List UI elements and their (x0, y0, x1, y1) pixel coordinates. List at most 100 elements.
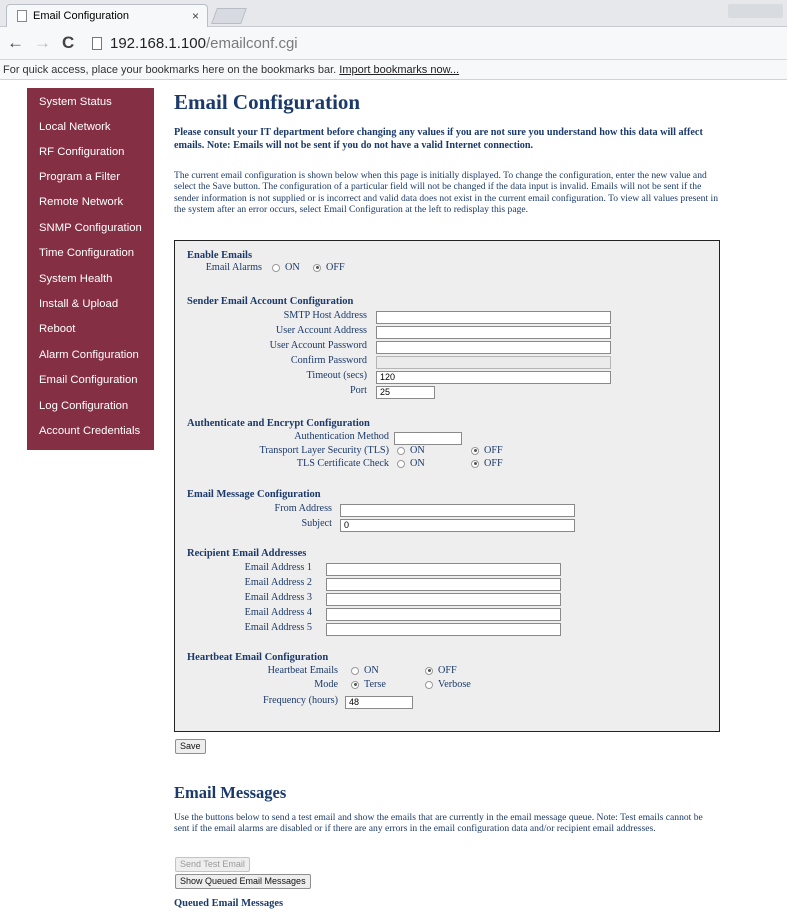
heartbeat-on-option[interactable]: ON (351, 665, 379, 676)
auth-method-label: Authentication Method (294, 431, 389, 442)
email-address-2-input[interactable] (326, 578, 561, 591)
browser-toolbar: ← → C 192.168.1.100/emailconf.cgi (0, 27, 787, 60)
email-address-4-label: Email Address 4 (244, 607, 312, 618)
sidebar-item-time-configuration[interactable]: Time Configuration (27, 243, 154, 267)
confirm-password-input[interactable] (376, 356, 611, 369)
email-alarms-label: Email Alarms (205, 262, 262, 273)
sidebar-item-local-network[interactable]: Local Network (27, 117, 154, 141)
on-label: ON (285, 262, 300, 273)
timeout-label: Timeout (secs) (306, 370, 367, 381)
email-address-5-label: Email Address 5 (244, 622, 312, 633)
show-queued-messages-button[interactable]: Show Queued Email Messages (175, 874, 311, 889)
url-host: 192.168.1.100 (110, 34, 206, 52)
email-address-3-input[interactable] (326, 593, 561, 606)
frequency-label: Frequency (hours) (263, 695, 338, 706)
cert-on-option[interactable]: ON (397, 458, 425, 469)
sidebar-item-rf-configuration[interactable]: RF Configuration (27, 142, 154, 166)
from-address-label: From Address (274, 503, 332, 514)
email-alarms-on-radio[interactable] (272, 263, 280, 272)
enable-emails-heading: Enable Emails (187, 250, 253, 261)
heartbeat-off-option[interactable]: OFF (425, 665, 457, 676)
sidebar-item-snmp-configuration[interactable]: SNMP Configuration (27, 218, 154, 242)
tab-close-icon[interactable]: × (192, 9, 199, 23)
smtp-host-input[interactable] (376, 311, 611, 324)
verbose-label: Verbose (438, 679, 471, 690)
email-address-2-label: Email Address 2 (244, 577, 312, 588)
browser-tab[interactable]: Email Configuration × (6, 4, 208, 27)
sidebar-item-reboot[interactable]: Reboot (27, 319, 154, 343)
bookmarks-hint: For quick access, place your bookmarks h… (3, 64, 337, 76)
sidebar-item-install-upload[interactable]: Install & Upload (27, 294, 154, 318)
save-button[interactable]: Save (175, 739, 206, 754)
on-label: ON (410, 445, 425, 456)
from-address-input[interactable] (340, 504, 575, 517)
cert-off-radio[interactable] (471, 459, 479, 468)
mode-terse-radio[interactable] (351, 680, 359, 689)
send-test-email-button[interactable]: Send Test Email (175, 857, 250, 872)
frequency-input[interactable]: 48 (345, 696, 413, 709)
email-address-5-input[interactable] (326, 623, 561, 636)
sidebar-item-email-configuration[interactable]: Email Configuration (27, 370, 154, 394)
email-address-1-input[interactable] (326, 563, 561, 576)
mode-verbose-radio[interactable] (425, 680, 433, 689)
browser-tab-strip: Email Configuration × (0, 0, 787, 27)
tab-title: Email Configuration (33, 10, 129, 22)
on-label: ON (364, 665, 379, 676)
heartbeat-heading: Heartbeat Email Configuration (187, 652, 329, 663)
email-alarms-off-radio[interactable] (313, 263, 321, 272)
subject-input[interactable]: 0 (340, 519, 575, 532)
sidebar-item-system-status[interactable]: System Status (27, 92, 154, 116)
reload-icon[interactable]: C (62, 34, 74, 52)
message-heading: Email Message Configuration (187, 489, 321, 500)
warning-text: Please consult your IT department before… (174, 127, 703, 151)
mode-terse-option[interactable]: Terse (351, 679, 386, 690)
smtp-host-label: SMTP Host Address (283, 310, 367, 321)
sidebar-item-alarm-configuration[interactable]: Alarm Configuration (27, 345, 154, 369)
email-address-1-label: Email Address 1 (244, 562, 312, 573)
user-account-address-input[interactable] (376, 326, 611, 339)
port-input[interactable]: 25 (376, 386, 435, 399)
subject-label: Subject (301, 518, 332, 529)
email-alarms-on-option[interactable]: ON (272, 262, 300, 273)
email-alarms-off-option[interactable]: OFF (313, 262, 345, 273)
sidebar-item-remote-network[interactable]: Remote Network (27, 192, 154, 216)
address-bar[interactable]: 192.168.1.100/emailconf.cgi (88, 31, 778, 55)
back-arrow-icon[interactable]: ← (7, 34, 24, 52)
tls-cert-check-label: TLS Certificate Check (296, 458, 389, 469)
user-account-password-label: User Account Password (269, 340, 367, 351)
mode-verbose-option[interactable]: Verbose (425, 679, 471, 690)
auth-method-input[interactable] (394, 432, 462, 445)
off-label: OFF (438, 665, 457, 676)
tls-label: Transport Layer Security (TLS) (259, 445, 390, 456)
email-messages-intro: Use the buttons below to send a test ema… (174, 812, 703, 835)
new-tab-button[interactable] (211, 8, 247, 24)
bookmarks-bar: For quick access, place your bookmarks h… (0, 60, 787, 80)
window-controls[interactable] (728, 4, 783, 18)
timeout-input[interactable]: 120 (376, 371, 611, 384)
sidebar-item-program-a-filter[interactable]: Program a Filter (27, 167, 154, 191)
user-account-address-label: User Account Address (275, 325, 367, 336)
sidebar-nav: System Status Local Network RF Configura… (27, 88, 154, 450)
sidebar-item-account-credentials[interactable]: Account Credentials (27, 421, 154, 445)
email-address-4-input[interactable] (326, 608, 561, 621)
sidebar-item-system-health[interactable]: System Health (27, 269, 154, 293)
heartbeat-on-radio[interactable] (351, 666, 359, 675)
tls-on-option[interactable]: ON (397, 445, 425, 456)
forward-arrow-icon[interactable]: → (34, 34, 51, 52)
tls-off-radio[interactable] (471, 446, 479, 455)
tls-on-radio[interactable] (397, 446, 405, 455)
sidebar-item-log-configuration[interactable]: Log Configuration (27, 396, 154, 420)
page-title: Email Configuration (174, 90, 361, 114)
heartbeat-off-radio[interactable] (425, 666, 433, 675)
user-account-password-input[interactable] (376, 341, 611, 354)
heartbeat-emails-label: Heartbeat Emails (267, 665, 338, 676)
on-label: ON (410, 458, 425, 469)
tls-off-option[interactable]: OFF (471, 445, 503, 456)
port-label: Port (350, 385, 367, 396)
cert-off-option[interactable]: OFF (471, 458, 503, 469)
recipients-heading: Recipient Email Addresses (187, 548, 307, 559)
cert-on-radio[interactable] (397, 459, 405, 468)
auth-heading: Authenticate and Encrypt Configuration (187, 418, 370, 429)
off-label: OFF (326, 262, 345, 273)
import-bookmarks-link[interactable]: Import bookmarks now... (339, 64, 459, 76)
